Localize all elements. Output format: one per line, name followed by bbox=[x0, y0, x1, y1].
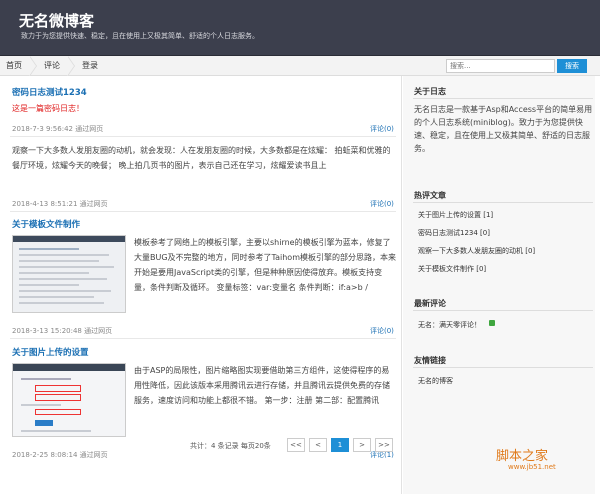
search-button[interactable]: 搜索 bbox=[557, 59, 587, 73]
comment-icon bbox=[489, 320, 495, 326]
pager-last-button[interactable]: >> bbox=[375, 438, 393, 452]
pager-next-button[interactable]: > bbox=[353, 438, 371, 452]
post-excerpt: 模板参考了网络上的模板引擎，主要以shirne的模板引擎为蓝本，修复了大量BUG… bbox=[134, 238, 396, 292]
post-meta: 2018-3-13 15:20:48 通过网页 bbox=[12, 327, 113, 335]
pager-prev-button[interactable]: < bbox=[309, 438, 327, 452]
divider bbox=[413, 202, 593, 203]
divider bbox=[10, 211, 396, 212]
sidebar-recent-title: 最新评论 bbox=[414, 299, 446, 308]
site-subtitle: 致力于为您提供快速、稳定，且在使用上又极其简单、舒适的个人日志服务。 bbox=[21, 32, 259, 40]
comment-link[interactable]: 评论(0) bbox=[370, 199, 394, 209]
sidebar-hot-item[interactable]: 关于模板文件制作 [0] bbox=[418, 264, 486, 274]
sidebar-hot-item[interactable]: 密码日志测试1234 [0] bbox=[418, 228, 490, 238]
nav-separator bbox=[29, 56, 37, 76]
post-excerpt: 由于ASP的局限性，图片缩略图实现要借助第三方组件，这使得程序的易用性降低，因此… bbox=[134, 366, 390, 405]
nav-login[interactable]: 登录 bbox=[82, 60, 98, 71]
post-excerpt: 这是一篇密码日志！ bbox=[12, 104, 84, 113]
sidebar-links-title: 友情链接 bbox=[414, 356, 446, 365]
divider bbox=[413, 367, 593, 368]
post-title[interactable]: 关于模板文件制作 bbox=[12, 218, 80, 230]
site-header: 无名微博客 致力于为您提供快速、稳定，且在使用上又极其简单、舒适的个人日志服务。 bbox=[0, 0, 600, 56]
post-meta: 2018-7-3 9:56:42 通过网页 bbox=[12, 125, 104, 133]
watermark-url: www.jb51.net bbox=[508, 463, 556, 471]
nav-separator bbox=[67, 56, 75, 76]
site-title[interactable]: 无名微博客 bbox=[19, 10, 94, 31]
sidebar-link-item[interactable]: 无名的博客 bbox=[418, 376, 453, 386]
sidebar-about-text: 无名日志是一款基于Asp和Access平台的简单易用的个人日志系统(minibl… bbox=[414, 105, 593, 153]
sidebar-hot-item[interactable]: 关于图片上传的设置 [1] bbox=[418, 210, 493, 220]
nav-comments[interactable]: 评论 bbox=[44, 60, 60, 71]
pager-current-page[interactable]: 1 bbox=[331, 438, 349, 452]
comment-link[interactable]: 评论(0) bbox=[370, 326, 394, 336]
post-meta: 2018-2-25 8:08:14 通过网页 bbox=[12, 451, 108, 459]
divider bbox=[10, 338, 396, 339]
divider bbox=[10, 136, 396, 137]
post-meta: 2018-4-13 8:51:21 通过网页 bbox=[12, 200, 108, 208]
watermark-text: 脚本之家 bbox=[496, 449, 549, 464]
divider bbox=[413, 310, 593, 311]
sidebar-hot-title: 热评文章 bbox=[414, 191, 446, 200]
nav-home[interactable]: 首页 bbox=[6, 60, 22, 71]
comment-link[interactable]: 评论(0) bbox=[370, 124, 394, 134]
pager-summary: 共计：4 条记录 每页20条 bbox=[190, 442, 271, 450]
post-title[interactable]: 关于图片上传的设置 bbox=[12, 346, 89, 358]
post-title[interactable]: 密码日志测试1234 bbox=[12, 86, 87, 98]
sidebar-hot-item[interactable]: 观察一下大多数人发朋友圈的动机 [0] bbox=[418, 246, 535, 256]
post-excerpt: 观察一下大多数人发朋友圈的动机，就会发现：人在发朋友圈的时候，大多数都是在炫耀：… bbox=[12, 146, 391, 170]
post-thumbnail[interactable] bbox=[12, 235, 126, 313]
sidebar-recent-comment[interactable]: 无名：满天零评论！ bbox=[418, 320, 481, 330]
search-input[interactable] bbox=[446, 59, 555, 73]
post-thumbnail[interactable] bbox=[12, 363, 126, 437]
pager-first-button[interactable]: << bbox=[287, 438, 305, 452]
divider bbox=[413, 98, 593, 99]
sidebar-about-title: 关于日志 bbox=[414, 87, 446, 96]
